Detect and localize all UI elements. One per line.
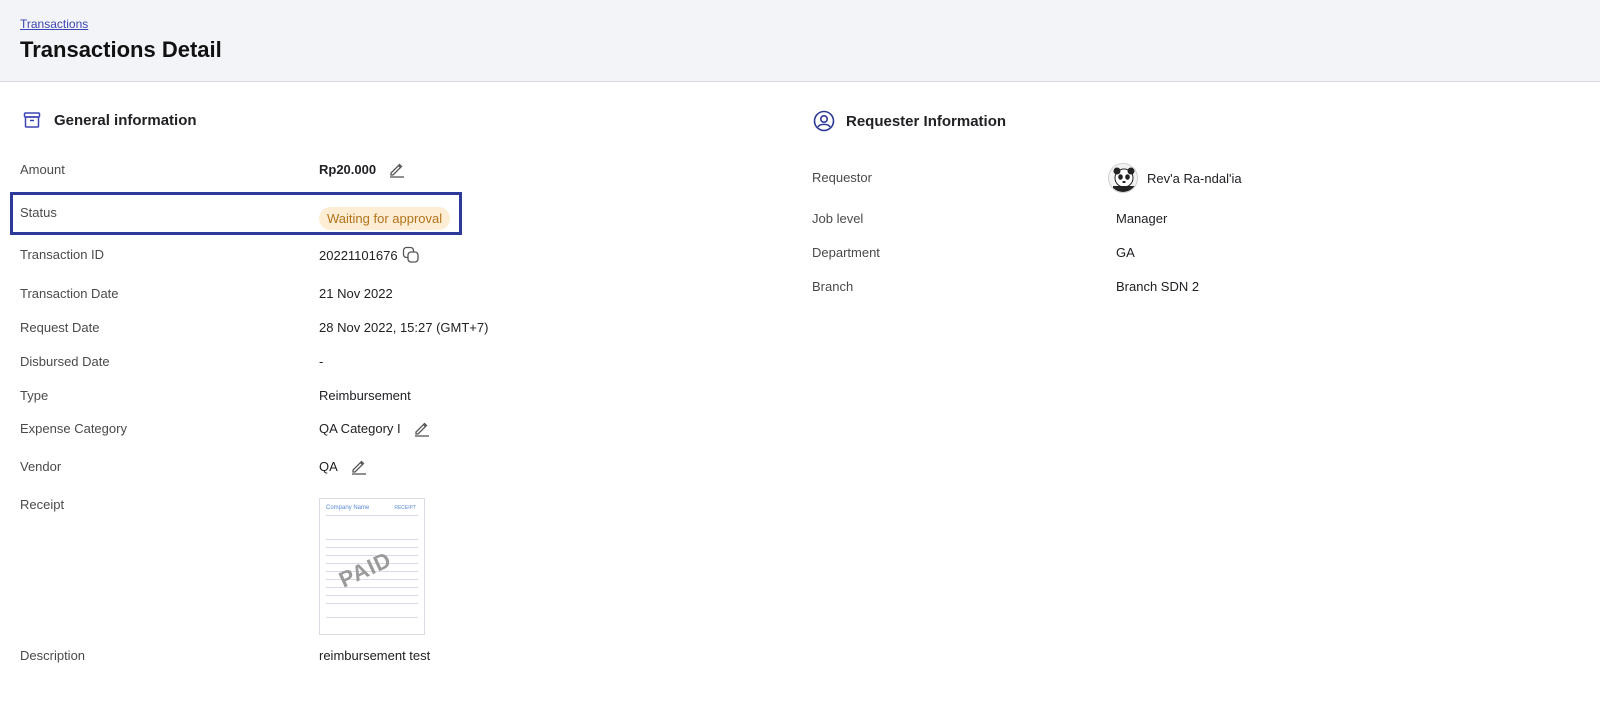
receipt-company-name: Company Name: [326, 505, 370, 511]
receipt-title: RECEIPT: [394, 505, 416, 511]
amount-label: Amount: [20, 162, 65, 177]
receipt-rule: [326, 603, 418, 604]
disbursed-date-value: -: [319, 354, 324, 369]
section-title-general: General information: [54, 111, 197, 129]
receipt-rule: [326, 617, 418, 618]
amount-value-row: Rp20.000: [319, 160, 406, 178]
vendor-label: Vendor: [20, 459, 62, 474]
type-label: Type: [20, 388, 49, 403]
request-date-value: 28 Nov 2022, 15:27 (GMT+7): [319, 320, 489, 335]
status-label: Status: [20, 205, 57, 220]
receipt-label: Receipt: [20, 497, 65, 512]
description-label: Description: [20, 648, 86, 663]
branch-value: Branch SDN 2: [1116, 279, 1200, 294]
edit-amount-icon[interactable]: [388, 160, 406, 178]
requestor-name: Rev'a Ra-ndal'ia: [1147, 171, 1242, 186]
branch-label: Branch: [812, 279, 854, 294]
edit-vendor-icon[interactable]: [350, 457, 368, 475]
request-date-label: Request Date: [20, 320, 100, 335]
page-header: Transactions Transactions Detail: [0, 0, 1600, 82]
section-title-requester: Requester Information: [846, 112, 1007, 130]
transaction-id-label: Transaction ID: [20, 247, 105, 262]
department-label: Department: [812, 245, 880, 260]
user-circle-icon: [812, 109, 836, 133]
type-value: Reimbursement: [319, 388, 411, 403]
status-badge: Waiting for approval: [319, 207, 451, 230]
receipt-rule: [326, 515, 418, 516]
job-level-label: Job level: [812, 211, 864, 226]
general-information-header: General information: [20, 108, 197, 132]
transaction-date-value: 21 Nov 2022: [319, 286, 393, 301]
transaction-date-label: Transaction Date: [20, 286, 119, 301]
transaction-id-row: 20221101676: [319, 246, 420, 264]
requestor-label: Requestor: [812, 170, 872, 185]
receipt-rule: [326, 547, 418, 548]
expense-category-value: QA Category I: [319, 420, 401, 436]
receipt-rule: [326, 539, 418, 540]
amount-value: Rp20.000: [319, 161, 377, 177]
description-value: reimbursement test: [319, 648, 431, 663]
expense-category-label: Expense Category: [20, 421, 127, 436]
receipt-rule: [326, 595, 418, 596]
job-level-value: Manager: [1116, 211, 1168, 226]
edit-expense-category-icon[interactable]: [413, 419, 431, 437]
expense-category-row: QA Category I: [319, 419, 431, 437]
archive-box-icon: [20, 108, 44, 132]
avatar: [1108, 163, 1138, 193]
disbursed-date-label: Disbursed Date: [20, 354, 110, 369]
vendor-value: QA: [319, 458, 338, 474]
page-title: Transactions Detail: [20, 37, 222, 62]
receipt-rule: [326, 587, 418, 588]
transaction-id-value: 20221101676: [319, 247, 398, 263]
requester-information-header: Requester Information: [812, 109, 1006, 133]
vendor-row: QA: [319, 457, 368, 475]
copy-icon[interactable]: [402, 246, 420, 264]
breadcrumb-transactions[interactable]: Transactions: [20, 17, 88, 31]
receipt-thumbnail[interactable]: Company Name RECEIPT PAID: [319, 498, 425, 635]
department-value: GA: [1116, 245, 1135, 260]
